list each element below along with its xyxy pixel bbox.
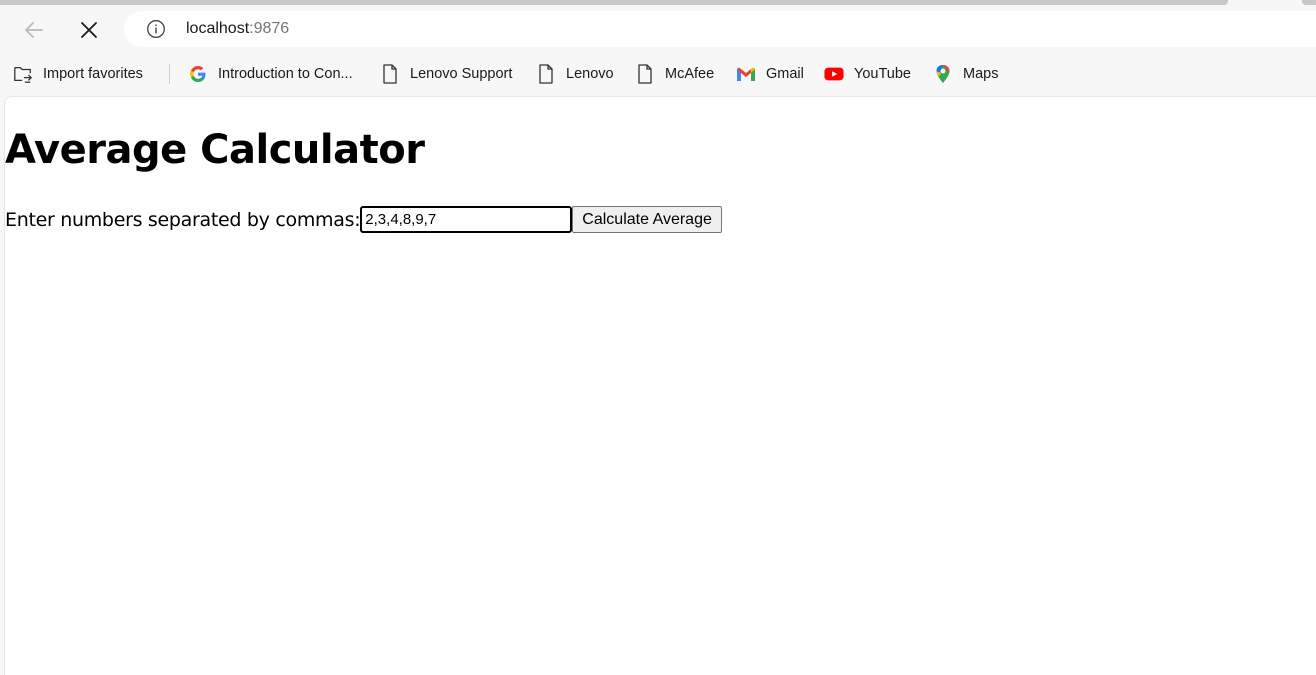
bookmark-label: Gmail: [766, 66, 804, 82]
bookmark-label: Lenovo Support: [410, 66, 513, 82]
bookmark-label: YouTube: [854, 66, 911, 82]
url-host: localhost: [186, 20, 250, 37]
bookmark-maps[interactable]: Maps: [933, 63, 998, 85]
numbers-input[interactable]: [360, 206, 573, 233]
page-icon: [536, 64, 556, 84]
bookmark-youtube[interactable]: YouTube: [824, 63, 911, 85]
bookmark-gmail[interactable]: Gmail: [736, 63, 804, 85]
bookmarks-bar: Import favorites Introduction to Con...: [0, 58, 1316, 90]
url-text[interactable]: localhost:9876: [186, 20, 289, 38]
bookmark-mcafee[interactable]: McAfee: [635, 63, 714, 85]
bookmark-lenovo[interactable]: Lenovo: [536, 63, 614, 85]
bookmark-label: Lenovo: [566, 66, 614, 82]
page-title: Average Calculator: [5, 127, 425, 173]
gmail-icon: [736, 64, 756, 84]
numbers-label: Enter numbers separated by commas:: [5, 208, 361, 231]
url-port: :9876: [249, 20, 290, 37]
import-favorites-icon: [13, 64, 33, 84]
calculate-average-button[interactable]: Calculate Average: [572, 206, 722, 233]
bookmarks-divider: [169, 64, 170, 84]
bookmark-introduction[interactable]: Introduction to Con...: [188, 63, 353, 85]
stop-loading-button[interactable]: [71, 13, 107, 47]
youtube-icon: [824, 64, 844, 84]
average-form: Enter numbers separated by commas: Calcu…: [5, 206, 722, 233]
close-icon: [81, 22, 97, 38]
page-icon: [635, 64, 655, 84]
bookmark-import-favorites[interactable]: Import favorites: [13, 63, 143, 85]
bookmark-label: Import favorites: [43, 66, 143, 82]
back-button[interactable]: [16, 13, 52, 47]
bookmark-label: McAfee: [665, 66, 715, 82]
browser-toolbar: localhost:9876: [0, 5, 1316, 55]
maps-icon: [933, 64, 953, 84]
page-icon: [380, 64, 400, 84]
arrow-left-icon: [25, 22, 43, 38]
google-icon: [188, 64, 208, 84]
bookmark-label: Maps: [963, 66, 999, 82]
bookmark-lenovo-support[interactable]: Lenovo Support: [380, 63, 512, 85]
browser-window: localhost:9876 Import favorites Introduc…: [0, 0, 1316, 675]
address-bar[interactable]: localhost:9876: [124, 11, 1316, 47]
bookmark-label: Introduction to Con...: [218, 66, 353, 82]
info-icon[interactable]: [146, 19, 166, 39]
page-content: Average Calculator Enter numbers separat…: [4, 96, 1316, 675]
